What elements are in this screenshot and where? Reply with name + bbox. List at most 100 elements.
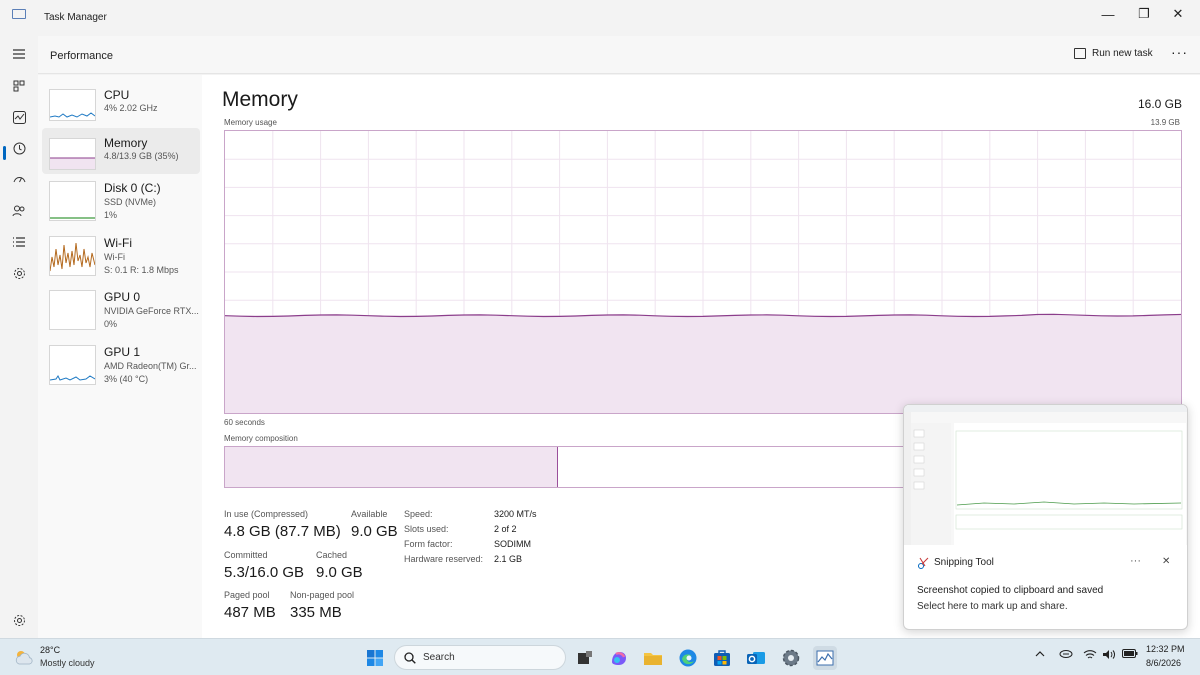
show-hidden-icons-chevron-up-icon[interactable] [1035,649,1045,661]
edge-icon[interactable] [676,646,700,670]
file-explorer-icon[interactable] [641,646,665,670]
form-factor-value: SODIMM [494,539,531,549]
users-icon[interactable] [7,199,31,223]
memory-thumbnail-graph [49,138,96,170]
sidebar-item-detail: SSD (NVMe) [104,197,157,207]
snipping-tool-notification[interactable]: Snipping Tool ··· ✕ Screenshot copied to… [903,404,1188,630]
in-use-label: In use (Compressed) [224,509,309,519]
startup-apps-icon[interactable] [7,167,31,191]
run-new-task-button[interactable]: Run new task [1074,48,1153,59]
committed-value: 5.3/16.0 GB [224,564,305,581]
notification-message: Screenshot copied to clipboard and saved [917,585,1104,596]
copilot-icon[interactable] [607,646,631,670]
sidebar-item-name: Disk 0 (C:) [104,181,161,195]
sidebar-item-name: Memory [104,136,148,150]
cached-label: Cached [316,550,348,560]
wifi-icon[interactable] [1083,649,1097,663]
slots-used-value: 2 of 2 [494,524,517,534]
sidebar-item-detail-2: 1% [104,210,118,220]
windows-start-icon[interactable] [363,646,387,670]
microsoft-store-icon[interactable] [710,646,734,670]
settings-icon[interactable] [7,608,31,632]
menu-icon[interactable] [7,42,31,66]
paged-pool-label: Paged pool [224,590,270,600]
sidebar-item-name: CPU [104,88,130,102]
run-task-icon [1074,48,1086,59]
committed-label: Committed [224,550,268,560]
time-span-label: 60 seconds [224,418,265,427]
sidebar-item-detail: AMD Radeon(TM) Gr... [104,361,197,371]
sidebar-item-detail-2: 0% [104,319,118,329]
weather-cloudy-icon[interactable] [13,648,35,666]
volume-icon[interactable] [1102,649,1116,663]
memory-usage-graph [224,130,1182,414]
available-label: Available [351,509,388,519]
taskbar: 28°C Mostly cloudy Search 12:32 PM 8/6/2… [0,638,1200,675]
notification-close-button[interactable]: ✕ [1162,556,1170,567]
processes-icon[interactable] [7,74,31,98]
snipping-tool-icon [918,557,929,569]
wifi-thumbnail-graph [49,236,96,276]
sidebar-item-gpu-0[interactable]: GPU 0 NVIDIA GeForce RTX... 0% [42,277,200,330]
task-view-icon[interactable] [573,646,597,670]
details-icon[interactable] [7,230,31,254]
vpn-network-icon[interactable] [1059,649,1073,662]
non-paged-pool-label: Non-paged pool [290,590,355,600]
hardware-reserved-label: Hardware reserved: [404,554,484,564]
composition-in-use-segment [225,447,558,487]
sidebar-item-detail-2: S: 0.1 R: 1.8 Mbps [104,265,179,275]
weather-description[interactable]: Mostly cloudy [40,658,95,668]
nav-selection-indicator [3,146,6,160]
page-title: Performance [50,50,113,62]
more-options-button[interactable]: ··· [1171,44,1188,60]
settings-app-icon[interactable] [779,646,803,670]
title-bar: Task Manager — ❐ ✕ [0,0,1200,36]
navigation-rail [0,36,38,638]
memory-title: Memory [222,88,298,111]
search-label: Search [423,652,455,663]
cached-value: 9.0 GB [316,564,363,581]
performance-sidebar: CPU 4% 2.02 GHz Memory 4.8/13.9 GB (35%)… [38,75,202,638]
sidebar-item-detail: Wi-Fi [104,252,125,262]
app-history-icon[interactable] [7,136,31,160]
sidebar-item-detail-2: 3% (40 °C) [104,374,149,384]
services-icon[interactable] [7,261,31,285]
in-use-value: 4.8 GB (87.7 MB) [224,523,341,540]
run-new-task-label: Run new task [1092,48,1153,59]
slots-used-label: Slots used: [404,524,449,534]
window-title: Task Manager [44,12,107,23]
hardware-reserved-value: 2.1 GB [494,554,523,564]
available-value: 9.0 GB [351,523,398,540]
sidebar-item-gpu-1[interactable]: GPU 1 AMD Radeon(TM) Gr... 3% (40 °C) [42,332,200,385]
screenshot-preview[interactable] [904,405,1187,545]
sidebar-item-detail: 4.8/13.9 GB (35%) [104,151,179,161]
clock-time[interactable]: 12:32 PM [1146,644,1185,654]
task-manager-taskbar-icon[interactable] [813,646,837,670]
sidebar-item-name: Wi-Fi [104,236,132,250]
sidebar-item-detail: NVIDIA GeForce RTX... [104,306,199,316]
paged-pool-value: 487 MB [224,604,276,621]
sidebar-item-disk[interactable]: Disk 0 (C:) SSD (NVMe) 1% [42,168,200,221]
weather-temperature[interactable]: 28°C [40,645,60,655]
performance-icon[interactable] [7,105,31,129]
notification-more-button[interactable]: ··· [1130,555,1141,567]
cpu-thumbnail-graph [49,89,96,121]
task-manager-icon [12,9,26,19]
form-factor-label: Form factor: [404,539,453,549]
notification-hint: Select here to mark up and share. [917,601,1068,612]
sidebar-item-name: GPU 1 [104,345,141,359]
sidebar-item-cpu[interactable]: CPU 4% 2.02 GHz [42,75,200,121]
taskbar-search-box[interactable]: Search [394,645,566,670]
memory-usage-label: Memory usage [224,118,277,127]
page-header: Performance Run new task ··· [38,36,1200,74]
disk-thumbnail-graph [49,181,96,221]
clock-date[interactable]: 8/6/2026 [1146,658,1181,668]
memory-usage-max: 13.9 GB [1150,118,1180,127]
outlook-icon[interactable] [744,646,768,670]
memory-total: 16.0 GB [1137,97,1182,111]
battery-icon[interactable] [1122,649,1138,661]
sidebar-item-name: GPU 0 [104,290,141,304]
sidebar-item-wifi[interactable]: Wi-Fi Wi-Fi S: 0.1 R: 1.8 Mbps [42,223,200,276]
close-button[interactable]: ✕ [1156,0,1200,28]
memory-usage-chart [224,131,1182,413]
